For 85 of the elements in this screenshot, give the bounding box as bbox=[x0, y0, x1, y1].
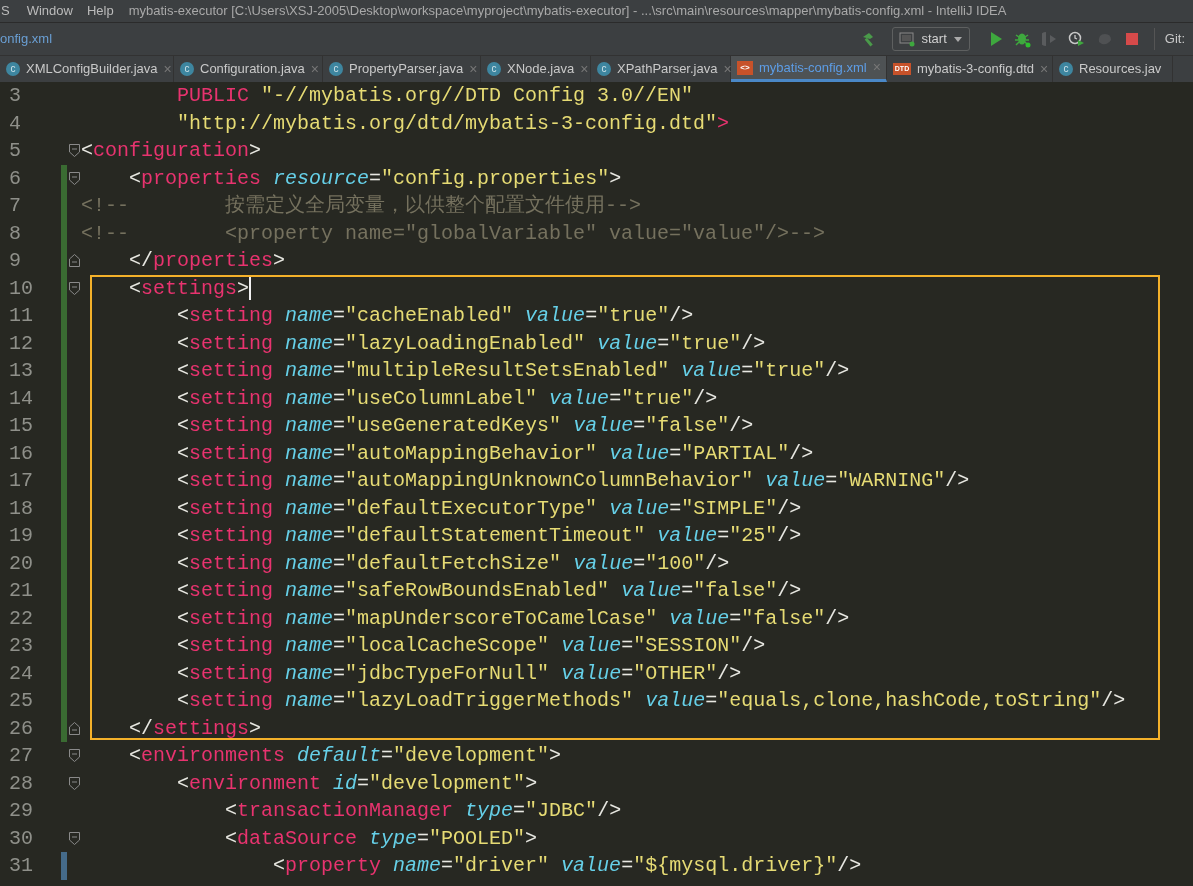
line-number: 4 bbox=[8, 110, 22, 137]
code-line: "http://mybatis.org/dtd/mybatis-3-config.dtd"> bbox=[176, 110, 730, 137]
line-number: 27 bbox=[8, 743, 34, 770]
code-line: <setting name="mapUnderscoreToCamelCase" value="false"/> bbox=[176, 605, 850, 632]
code-line: <!-- <property name="globalVariable" value="value"/>--> bbox=[81, 220, 826, 247]
line-number: 15 bbox=[8, 413, 34, 440]
fold-icon[interactable] bbox=[68, 831, 80, 845]
class-icon: c bbox=[487, 62, 501, 76]
code-line: <!-- 按需定义全局变量，以供整个配置文件使用--> bbox=[81, 193, 642, 220]
fold-icon[interactable] bbox=[68, 171, 80, 185]
line-number: 16 bbox=[8, 440, 34, 467]
code-line: </properties> bbox=[128, 248, 286, 275]
line-number: 22 bbox=[8, 605, 34, 632]
line-number: 17 bbox=[8, 468, 34, 495]
line-number: 28 bbox=[8, 770, 34, 797]
line-number: 3 bbox=[8, 83, 22, 110]
line-number: 19 bbox=[8, 523, 34, 550]
line-number: 5 bbox=[8, 138, 22, 165]
unfold-end-icon[interactable] bbox=[68, 254, 80, 268]
code-line: <setting name="defaultFetchSize" value="100"/> bbox=[176, 550, 730, 577]
code-line: <setting name="lazyLoadingEnabled" value="true"/> bbox=[176, 330, 766, 357]
git-label: Git: bbox=[1164, 30, 1185, 49]
line-number: 11 bbox=[8, 303, 34, 330]
line-number: 13 bbox=[8, 358, 34, 385]
fold-icon[interactable] bbox=[68, 144, 80, 158]
code-line: <setting name="autoMappingBehavior" value="PARTIAL"/> bbox=[176, 440, 814, 467]
line-number: 6 bbox=[8, 165, 22, 192]
code-line: <transactionManager type="JDBC"/> bbox=[224, 798, 622, 825]
unfold-end-icon[interactable] bbox=[68, 721, 80, 735]
code-line: <properties resource="config.properties"> bbox=[128, 165, 622, 192]
menu-item[interactable]: Window bbox=[19, 1, 80, 21]
window-title: mybatis-executor [C:\Users\XSJ-2005\Desktop\workspace\myproject\mybatis-executor] - ...\src\main\resources\mapper\mybatis-config.xml - IntelliJ IDEA bbox=[127, 2, 1007, 21]
line-number: 25 bbox=[8, 688, 34, 715]
line-number: 23 bbox=[8, 633, 34, 660]
line-number: 12 bbox=[8, 330, 34, 357]
fold-icon[interactable] bbox=[68, 776, 80, 790]
line-number: 21 bbox=[8, 578, 34, 605]
code-line: <configuration> bbox=[81, 138, 262, 165]
menu-item[interactable]: S bbox=[0, 1, 20, 21]
class-icon: c bbox=[6, 62, 20, 76]
breadcrumb[interactable]: onfig.xml bbox=[0, 29, 53, 49]
fold-icon[interactable] bbox=[68, 749, 80, 763]
line-number: 30 bbox=[8, 825, 34, 852]
code-line: <setting name="useGeneratedKeys" value="false"/> bbox=[176, 413, 754, 440]
run-config-dropdown[interactable]: start bbox=[892, 27, 970, 51]
class-icon: c bbox=[1059, 62, 1073, 76]
caret-icon[interactable] bbox=[952, 35, 963, 43]
code-line: <setting name="cacheEnabled" value="true"/> bbox=[176, 303, 694, 330]
line-number: 24 bbox=[8, 660, 34, 687]
code-line: <environment id="development"> bbox=[176, 770, 538, 797]
class-icon: c bbox=[597, 62, 611, 76]
code-line: </settings> bbox=[128, 715, 262, 742]
code-line: <setting name="jdbcTypeForNull" value="OTHER"/> bbox=[176, 660, 742, 687]
code-line: <setting name="useColumnLabel" value="true"/> bbox=[176, 385, 718, 412]
line-number: 8 bbox=[8, 220, 22, 247]
code-line: <setting name="safeRowBoundsEnabled" value="false"/> bbox=[176, 578, 802, 605]
code-line: <setting name="defaultExecutorType" value="SIMPLE"/> bbox=[176, 495, 802, 522]
code-line: PUBLIC "-//mybatis.org//DTD Config 3.0//EN" bbox=[176, 83, 694, 110]
line-number: 14 bbox=[8, 385, 34, 412]
fold-icon[interactable] bbox=[68, 281, 80, 295]
code-line: <setting name="localCacheScope" value="SESSION"/> bbox=[176, 633, 766, 660]
xml-file-icon: <> bbox=[737, 60, 753, 75]
code-line: <setting name="lazyLoadTriggerMethods" value="equals,clone,hashCode,toString"/> bbox=[176, 688, 1126, 715]
code-line: <settings> bbox=[128, 275, 250, 302]
line-number: 26 bbox=[8, 715, 34, 742]
line-number: 29 bbox=[8, 798, 34, 825]
editor-tab[interactable]: <> mybatis-config.xml × bbox=[731, 56, 887, 82]
class-icon: c bbox=[329, 62, 343, 76]
code-line: <environments default="development"> bbox=[128, 743, 562, 770]
line-number: 10 bbox=[8, 275, 34, 302]
window-icon[interactable] bbox=[899, 31, 916, 47]
line-number: 9 bbox=[8, 248, 22, 275]
line-number: 31 bbox=[8, 853, 34, 880]
line-number: 7 bbox=[8, 193, 22, 220]
code-line: <setting name="autoMappingUnknownColumnBehavior" value="WARNING"/> bbox=[176, 468, 970, 495]
class-icon: c bbox=[180, 62, 194, 76]
line-number: 18 bbox=[8, 495, 34, 522]
menu-item[interactable]: Help bbox=[79, 1, 121, 21]
code-line: <setting name="multipleResultSetsEnabled" value="true"/> bbox=[176, 358, 850, 385]
code-line: <property name="driver" value="${mysql.driver}"/> bbox=[272, 853, 862, 880]
code-line: <setting name="defaultStatementTimeout" value="25"/> bbox=[176, 523, 802, 550]
line-number: 20 bbox=[8, 550, 34, 577]
stop-icon[interactable] bbox=[1123, 30, 1140, 48]
code-line: <dataSource type="POOLED"> bbox=[224, 825, 538, 852]
profiler-icon[interactable] bbox=[1067, 30, 1086, 48]
